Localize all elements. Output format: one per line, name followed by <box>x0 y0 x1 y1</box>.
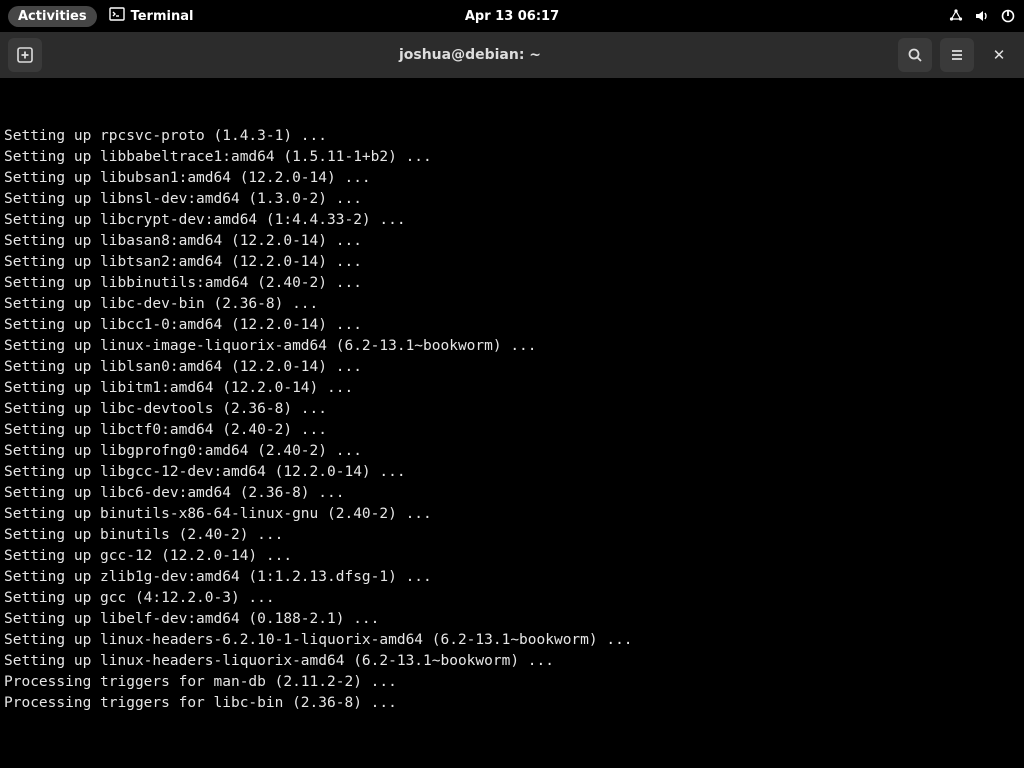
output-line: Setting up libctf0:amd64 (2.40-2) ... <box>4 420 1020 441</box>
terminal-icon <box>109 6 125 26</box>
output-line: Setting up libtsan2:amd64 (12.2.0-14) ..… <box>4 252 1020 273</box>
output-line: Setting up libitm1:amd64 (12.2.0-14) ... <box>4 378 1020 399</box>
window-titlebar: joshua@debian: ~ ✕ <box>0 32 1024 78</box>
terminal-output[interactable]: Setting up rpcsvc-proto (1.4.3-1) ...Set… <box>0 78 1024 768</box>
output-line: Setting up libnsl-dev:amd64 (1.3.0-2) ..… <box>4 189 1020 210</box>
output-line: Setting up libgcc-12-dev:amd64 (12.2.0-1… <box>4 462 1020 483</box>
output-line: Setting up binutils-x86-64-linux-gnu (2.… <box>4 504 1020 525</box>
activities-button[interactable]: Activities <box>8 6 97 27</box>
output-line: Setting up linux-image-liquorix-amd64 (6… <box>4 336 1020 357</box>
output-line: Setting up libelf-dev:amd64 (0.188-2.1) … <box>4 609 1020 630</box>
output-line: Setting up libcc1-0:amd64 (12.2.0-14) ..… <box>4 315 1020 336</box>
output-line: Setting up linux-headers-liquorix-amd64 … <box>4 651 1020 672</box>
gnome-topbar: Activities Terminal Apr 13 06:17 <box>0 0 1024 32</box>
output-line: Setting up libbabeltrace1:amd64 (1.5.11-… <box>4 147 1020 168</box>
output-line: Setting up libcrypt-dev:amd64 (1:4.4.33-… <box>4 210 1020 231</box>
output-line: Setting up rpcsvc-proto (1.4.3-1) ... <box>4 126 1020 147</box>
output-line: Setting up libc-dev-bin (2.36-8) ... <box>4 294 1020 315</box>
output-line: Setting up libc6-dev:amd64 (2.36-8) ... <box>4 483 1020 504</box>
output-line: Setting up libbinutils:amd64 (2.40-2) ..… <box>4 273 1020 294</box>
new-tab-button[interactable] <box>8 38 42 72</box>
output-line: Setting up zlib1g-dev:amd64 (1:1.2.13.df… <box>4 567 1020 588</box>
output-line: Setting up libasan8:amd64 (12.2.0-14) ..… <box>4 231 1020 252</box>
output-line: Setting up liblsan0:amd64 (12.2.0-14) ..… <box>4 357 1020 378</box>
volume-icon[interactable] <box>974 8 990 24</box>
menu-button[interactable] <box>940 38 974 72</box>
output-line: Setting up libubsan1:amd64 (12.2.0-14) .… <box>4 168 1020 189</box>
output-line: Processing triggers for man-db (2.11.2-2… <box>4 672 1020 693</box>
output-line: Setting up binutils (2.40-2) ... <box>4 525 1020 546</box>
output-line: Setting up linux-headers-6.2.10-1-liquor… <box>4 630 1020 651</box>
close-button[interactable]: ✕ <box>982 38 1016 72</box>
power-icon[interactable] <box>1000 8 1016 24</box>
output-line: Setting up libc-devtools (2.36-8) ... <box>4 399 1020 420</box>
close-icon: ✕ <box>993 46 1006 64</box>
app-name-label: Terminal <box>131 9 194 24</box>
network-icon[interactable] <box>948 8 964 24</box>
output-line: Processing triggers for libc-bin (2.36-8… <box>4 693 1020 714</box>
app-indicator[interactable]: Terminal <box>109 6 194 26</box>
clock[interactable]: Apr 13 06:17 <box>465 9 559 24</box>
terminal-window: joshua@debian: ~ ✕ Setting up rpcsvc-pro… <box>0 32 1024 768</box>
output-line: Setting up libgprofng0:amd64 (2.40-2) ..… <box>4 441 1020 462</box>
output-line: Setting up gcc (4:12.2.0-3) ... <box>4 588 1020 609</box>
output-line: Setting up gcc-12 (12.2.0-14) ... <box>4 546 1020 567</box>
window-title: joshua@debian: ~ <box>50 47 890 63</box>
search-button[interactable] <box>898 38 932 72</box>
